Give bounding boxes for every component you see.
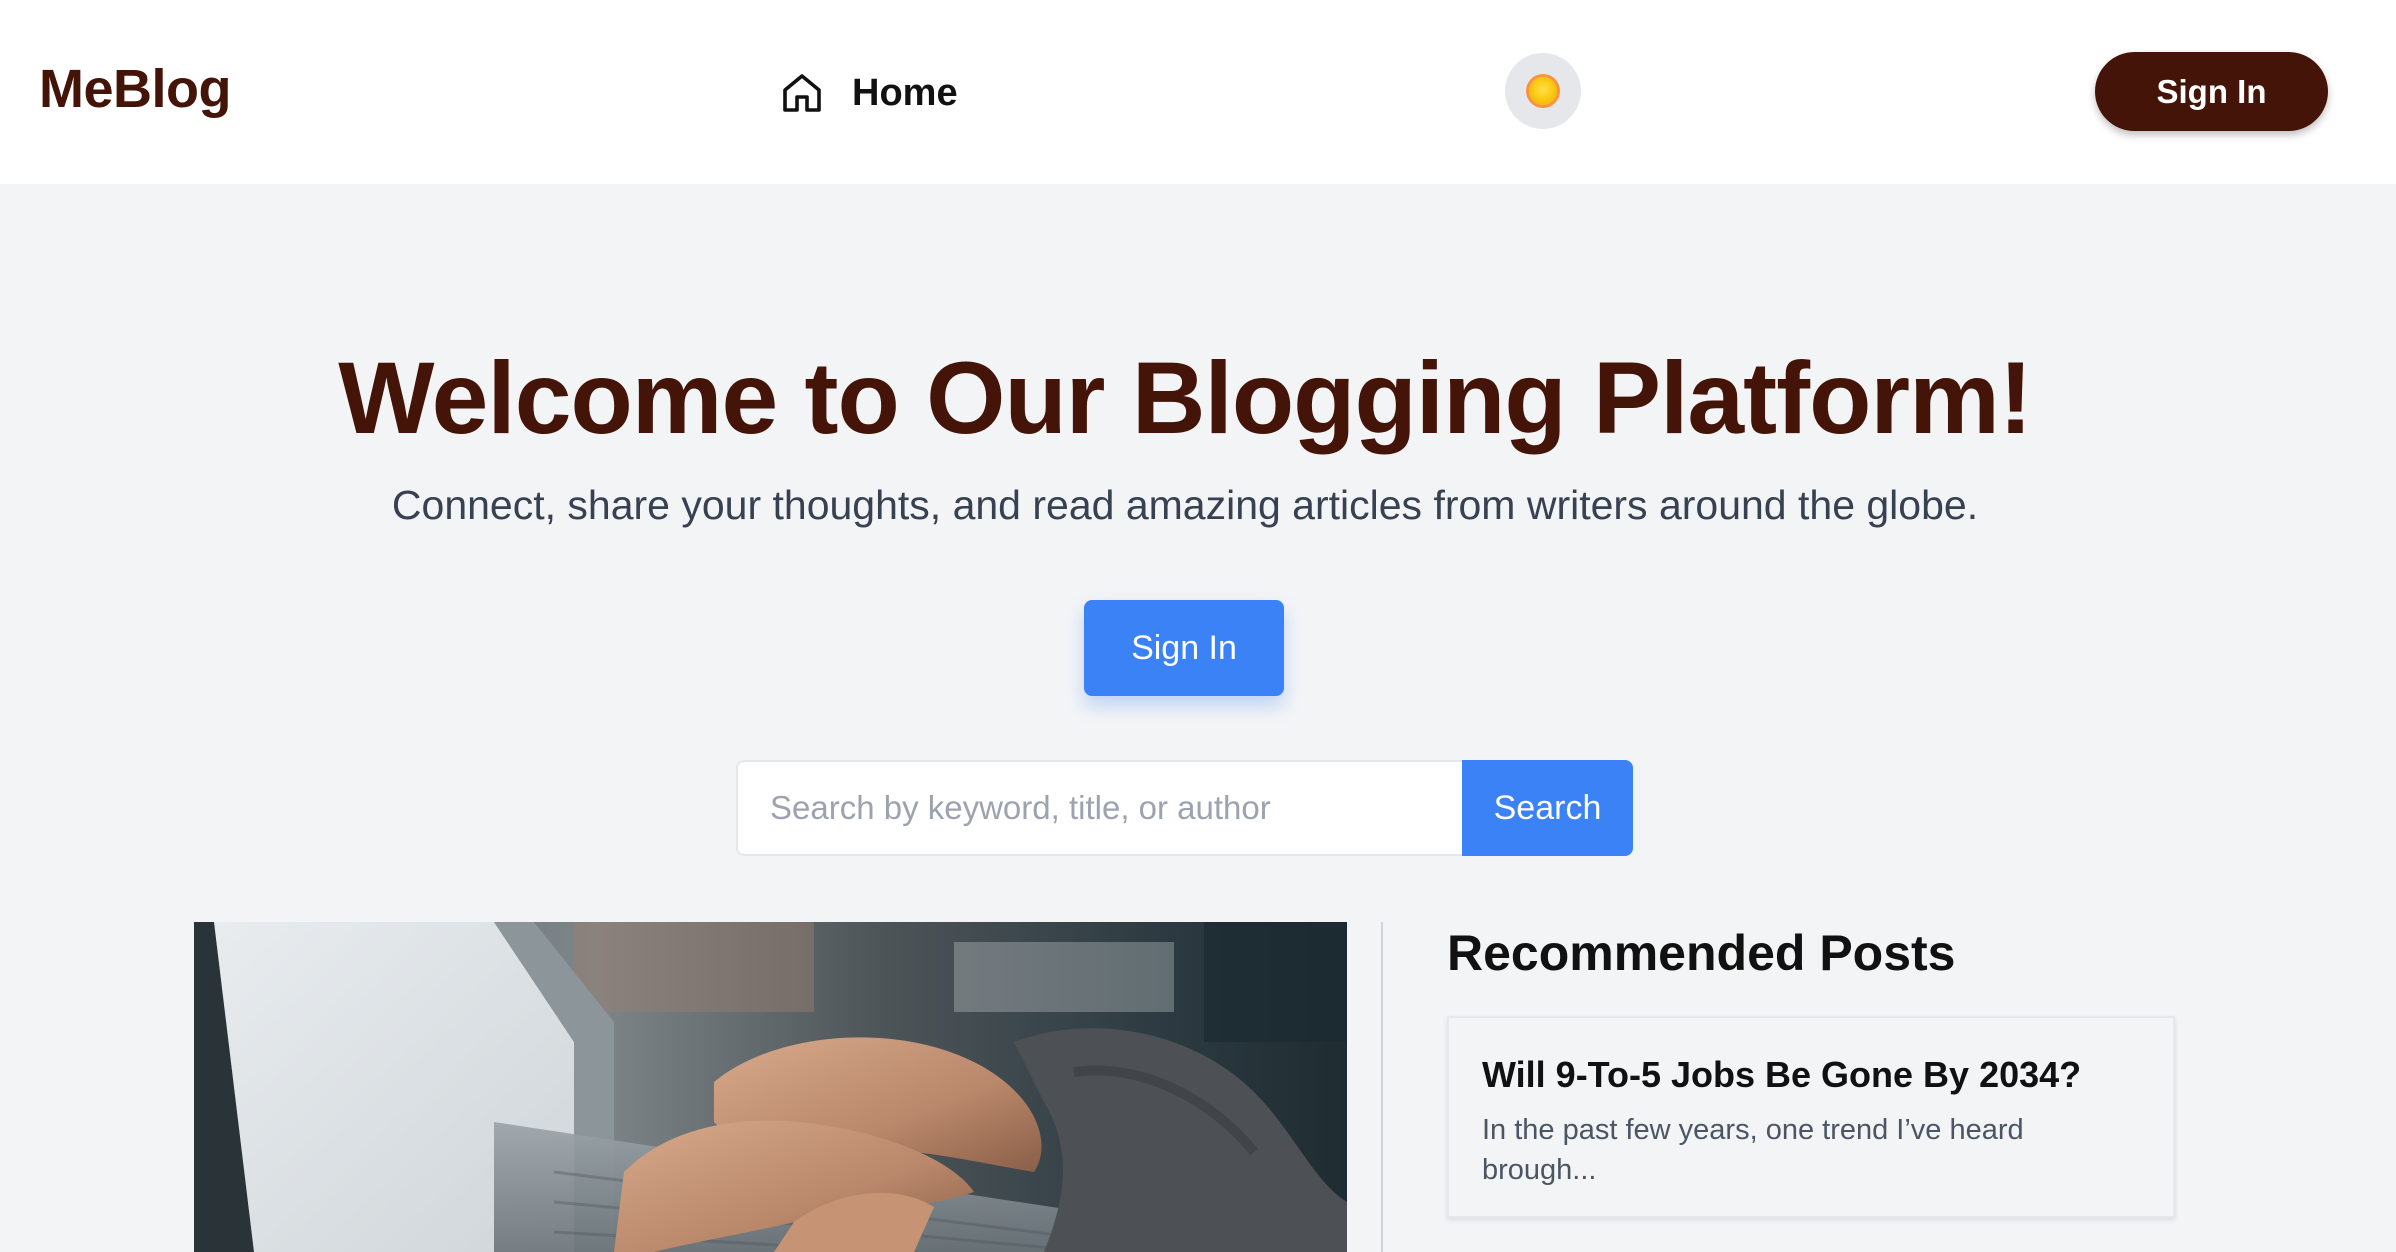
recommended-post-title[interactable]: Will 9-To-5 Jobs Be Gone By 2034?	[1482, 1054, 2140, 1096]
content-divider	[1381, 922, 1383, 1252]
theme-toggle-button[interactable]	[1505, 53, 1581, 129]
search-bar: Search	[736, 760, 1633, 856]
hero-sign-in-button[interactable]: Sign In	[1084, 600, 1284, 696]
nav-home-link[interactable]: Home	[778, 62, 958, 124]
search-button[interactable]: Search	[1462, 760, 1633, 856]
header-sign-in-button[interactable]: Sign In	[2095, 52, 2328, 131]
hero-title: Welcome to Our Blogging Platform!	[338, 341, 2032, 455]
laptop-typing-photo	[194, 922, 1347, 1252]
hero-subtitle: Connect, share your thoughts, and read a…	[391, 482, 1979, 528]
nav-home-label: Home	[852, 71, 958, 114]
home-icon	[783, 74, 821, 112]
site-logo[interactable]: MeBlog	[39, 58, 232, 120]
featured-post-image[interactable]	[194, 922, 1347, 1252]
recommended-post-excerpt: In the past few years, one trend I’ve he…	[1482, 1114, 2024, 1186]
sun-icon	[1529, 77, 1557, 105]
search-input[interactable]	[736, 760, 1462, 856]
recommended-posts-heading: Recommended Posts	[1447, 925, 1956, 981]
top-navbar: MeBlog Home Sign In	[0, 0, 2396, 184]
recommended-post-card[interactable]: Will 9-To-5 Jobs Be Gone By 2034? In the…	[1447, 1016, 2175, 1218]
